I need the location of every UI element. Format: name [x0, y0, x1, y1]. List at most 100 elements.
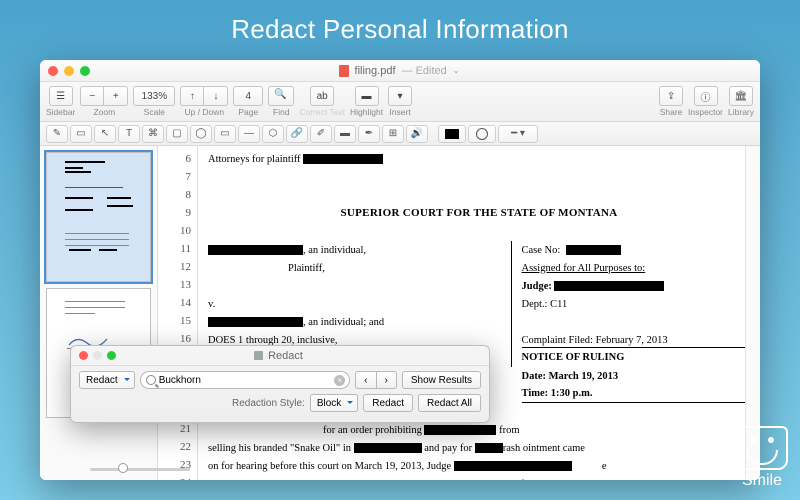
tool-rounded[interactable]: ▭ [214, 125, 236, 143]
tool-oval[interactable]: ◯ [190, 125, 212, 143]
search-icon: 🔍 [274, 89, 288, 103]
tool-note[interactable]: ⌘ [142, 125, 164, 143]
find-button[interactable]: 🔍 [268, 86, 294, 106]
tool-rect[interactable]: ▢ [166, 125, 188, 143]
content-area: 678910 1112131415 1617181920 2122232425 … [40, 146, 760, 480]
tool-poly[interactable]: ⬡ [262, 125, 284, 143]
redact-panel: Redact Redact Buckhorn × ‹ › Show Result… [70, 345, 490, 423]
correct-label: Correct Text [299, 107, 345, 117]
redaction-bar [424, 425, 496, 435]
redaction-bar [208, 317, 303, 327]
document-page[interactable]: Attorneys for plaintiff SUPERIOR COURT F… [198, 146, 760, 480]
text-body-3b: e [602, 461, 607, 472]
text-individual: , an individual, [303, 245, 366, 256]
updown-label: Up / Down [184, 107, 224, 117]
close-icon[interactable] [79, 351, 88, 360]
page-number-field[interactable]: 4 [233, 86, 263, 106]
text-judge-label: Judge: [522, 281, 552, 292]
redaction-bar [354, 443, 422, 453]
tool-edit[interactable]: ✎ [46, 125, 68, 143]
tool-redact[interactable]: ▬ [334, 125, 356, 143]
banner-title: Redact Personal Information [0, 0, 800, 57]
zoom-slider[interactable] [90, 462, 190, 476]
page-down-button[interactable]: ↓ [204, 86, 228, 106]
redact-mode-select[interactable]: Redact [79, 371, 135, 389]
next-result-button[interactable]: › [377, 371, 397, 389]
redaction-style-select[interactable]: Block [310, 394, 358, 412]
text-body-2b: and pay for [424, 443, 472, 454]
text-body-1b: from [499, 425, 519, 436]
text-body-2a: selling his branded "Snake Oil" in [208, 443, 351, 454]
inspector-button[interactable]: ⓘ [694, 86, 718, 106]
tool-signature[interactable]: ✒ [358, 125, 380, 143]
fill-color[interactable] [468, 125, 496, 143]
toolbar-tools: ✎ ▭ ↖ T ⌘ ▢ ◯ ▭ ― ⬡ 🔗 ✐ ▬ ✒ ⊞ 🔊 ━ ▾ [40, 122, 760, 146]
thumbnail-sidebar[interactable] [40, 146, 158, 480]
search-icon [146, 375, 156, 385]
sidebar-button[interactable]: ☰ [49, 86, 73, 106]
toolbar-main: ☰ Sidebar − + Zoom 133% Scale ↑ ↓ Up / D… [40, 82, 760, 122]
zoom-value-field[interactable]: 133% [133, 86, 175, 106]
share-button[interactable]: ⇪ [659, 86, 683, 106]
text-date: Date: March 19, 2013 [522, 371, 619, 382]
text-body-2c: rash ointment came [503, 443, 585, 454]
insert-button[interactable]: ▾ [388, 86, 412, 106]
text-plaintiff: Plaintiff, [288, 263, 325, 274]
tool-link[interactable]: 🔗 [286, 125, 308, 143]
redact-search-input[interactable]: Buckhorn × [140, 371, 350, 389]
correct-text-button[interactable]: ab [310, 86, 334, 106]
stroke-color[interactable] [438, 125, 466, 143]
line-number-gutter: 678910 1112131415 1617181920 2122232425 [158, 146, 198, 480]
tool-callout[interactable]: ✐ [310, 125, 332, 143]
text-body-1a: for an order prohibiting [323, 425, 422, 436]
text-notice: NOTICE OF RULING [522, 352, 625, 363]
share-label: Share [660, 107, 683, 117]
show-results-button[interactable]: Show Results [402, 371, 481, 389]
inspector-label: Inspector [688, 107, 723, 117]
text-attorneys: Attorneys for plaintiff [208, 154, 301, 165]
zoom-in-button[interactable]: + [104, 86, 128, 106]
maximize-icon[interactable] [107, 351, 116, 360]
line-style[interactable]: ━ ▾ [498, 125, 538, 143]
redaction-bar [554, 281, 664, 291]
text-body-3: on for hearing before this court on Marc… [208, 461, 451, 472]
tool-arrow[interactable]: ↖ [94, 125, 116, 143]
text-does: DOES 1 through 20, inclusive, [208, 335, 338, 346]
page-label: Page [238, 107, 258, 117]
close-icon[interactable] [48, 66, 58, 76]
text-v: v. [208, 299, 215, 310]
redact-search-value: Buckhorn [159, 375, 201, 386]
thumbnail-page-selected[interactable] [46, 152, 151, 282]
titlebar: filing.pdf — Edited ⌄ [40, 60, 760, 82]
text-complaint: Complaint Filed: February 7, 2013 [522, 335, 668, 346]
zoom-out-button[interactable]: − [80, 86, 104, 106]
maximize-icon[interactable] [80, 66, 90, 76]
redaction-bar [566, 245, 621, 255]
pdf-file-icon [339, 65, 349, 77]
scale-label: Scale [144, 107, 165, 117]
prev-result-button[interactable]: ‹ [355, 371, 376, 389]
page-up-button[interactable]: ↑ [180, 86, 204, 106]
clear-icon[interactable]: × [334, 375, 345, 386]
text-case-no: Case No: [522, 245, 561, 256]
redact-panel-title: Redact [268, 350, 303, 362]
tool-select[interactable]: ▭ [70, 125, 92, 143]
redact-all-button[interactable]: Redact All [418, 394, 481, 412]
window-filename: filing.pdf [355, 65, 396, 77]
redaction-bar [475, 443, 503, 453]
minimize-icon[interactable] [64, 66, 74, 76]
brand-name: Smile [736, 472, 788, 490]
text-dept: Dept.: C11 [522, 299, 568, 310]
text-body-4: Having read the motion, the points and a… [208, 479, 568, 481]
redact-button[interactable]: Redact [363, 394, 413, 412]
find-label: Find [273, 107, 290, 117]
tool-stamp[interactable]: ⊞ [382, 125, 404, 143]
redaction-bar [208, 245, 303, 255]
text-court-title: SUPERIOR COURT FOR THE STATE OF MONTANA [341, 207, 618, 219]
library-button[interactable]: 🏛 [729, 86, 754, 106]
tool-line[interactable]: ― [238, 125, 260, 143]
tool-text[interactable]: T [118, 125, 140, 143]
redaction-style-label: Redaction Style: [232, 398, 305, 409]
highlight-button[interactable]: ▬ [355, 86, 379, 106]
tool-sound[interactable]: 🔊 [406, 125, 428, 143]
